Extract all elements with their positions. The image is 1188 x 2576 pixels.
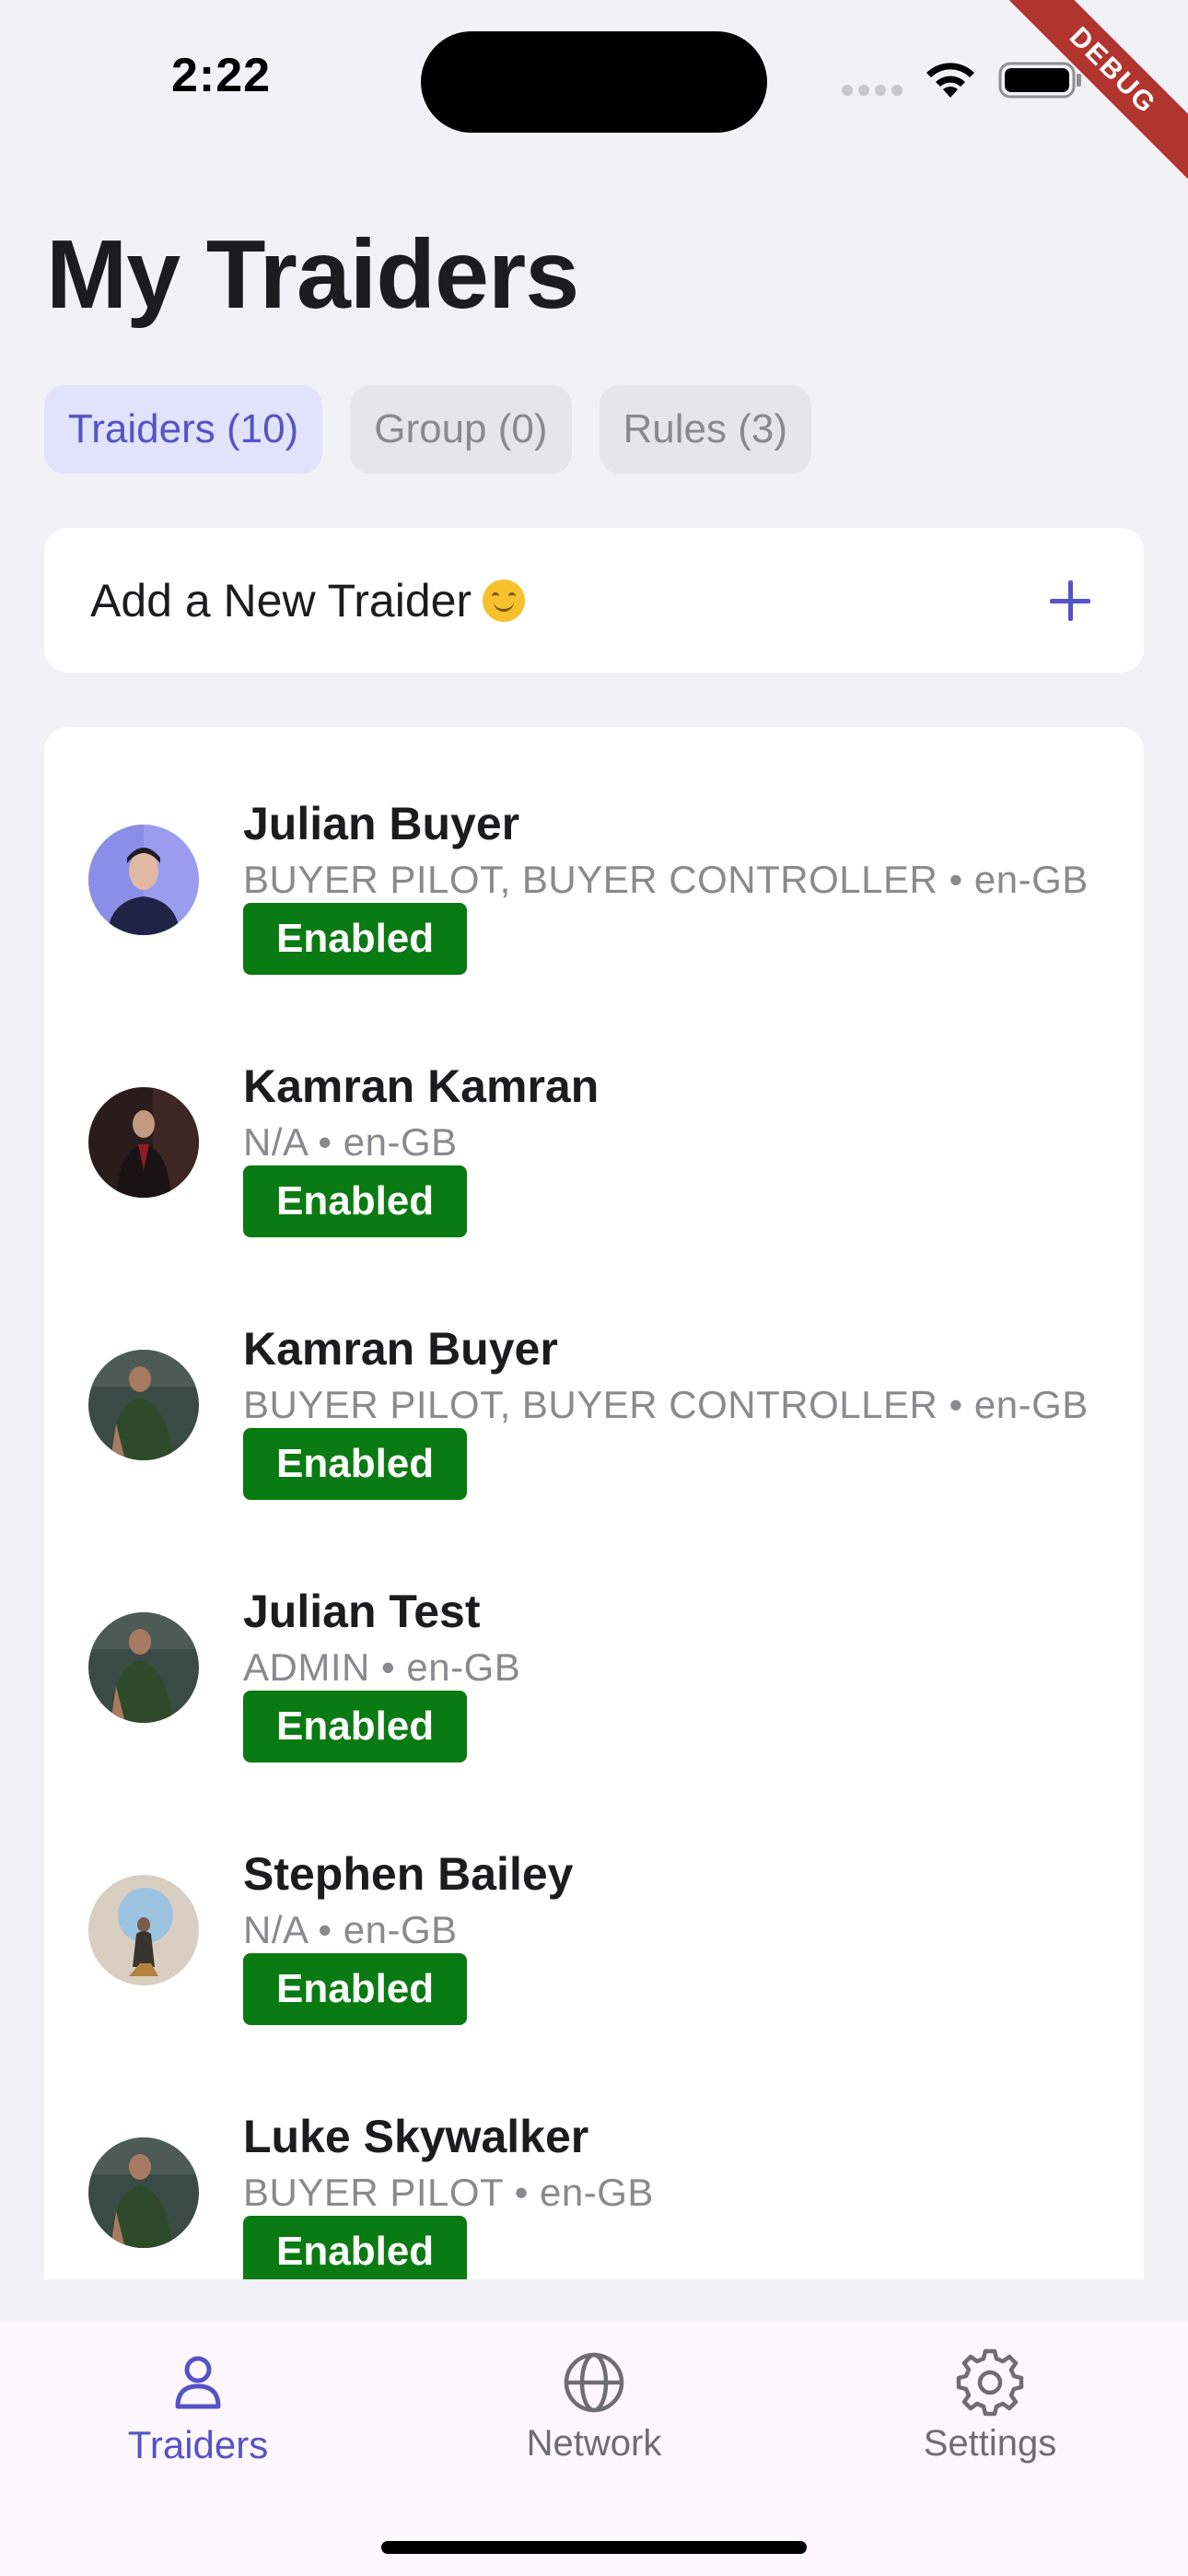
traider-roles: BUYER PILOT, BUYER CONTROLLER • en-GB [243,858,1089,901]
traider-list: Julian Buyer BUYER PILOT, BUYER CONTROLL… [44,727,1144,2279]
traider-roles: ADMIN • en-GB [243,1645,521,1689]
home-indicator [381,2541,807,2554]
status-badge: Enabled [243,903,468,975]
status-badge: Enabled [243,1953,468,2025]
status-badge: Enabled [243,1428,468,1500]
gear-icon [956,2348,1024,2417]
avatar [88,1612,199,1723]
list-item[interactable]: Stephen Bailey N/A • en-GB Enabled [44,1777,1144,2040]
traider-roles: BUYER PILOT, BUYER CONTROLLER • en-GB [243,1383,1089,1426]
dynamic-island [421,31,767,133]
tab-rules[interactable]: Rules (3) [599,385,812,474]
traider-name: Kamran Buyer [243,1323,558,1375]
debug-banner: DEBUG [985,0,1188,203]
add-traider-label: Add a New Traider [90,574,472,626]
wifi-icon [926,63,974,98]
avatar [88,2137,199,2248]
smiley-emoji-icon [483,579,526,622]
cellular-signal-icon [842,85,904,98]
nav-traiders[interactable]: Traiders [0,2322,396,2506]
avatar [88,825,199,935]
list-item[interactable]: Julian Test ADMIN • en-GB Enabled [44,1515,1144,1777]
list-item[interactable]: Julian Buyer BUYER PILOT, BUYER CONTROLL… [44,727,1144,989]
bottom-navigation: Traiders Network Settings [0,2322,1188,2576]
nav-network[interactable]: Network [396,2322,792,2506]
avatar [88,1350,199,1460]
nav-network-label: Network [526,2423,662,2464]
traider-name: Luke Skywalker [243,2111,589,2162]
traider-name: Julian Buyer [243,798,520,849]
traider-roles: N/A • en-GB [243,1120,458,1164]
status-time: 2:22 [171,49,272,102]
page-title: My Traiders [46,220,579,329]
traider-name: Julian Test [243,1586,481,1637]
segment-tabs: Traiders (10) Group (0) Rules (3) [44,385,812,474]
person-icon [175,2356,221,2409]
traider-name: Stephen Bailey [243,1848,574,1900]
debug-label: DEBUG [992,0,1188,192]
nav-traiders-label: Traiders [127,2423,269,2466]
traider-roles: BUYER PILOT • en-GB [243,2171,654,2214]
status-badge: Enabled [243,1165,468,1237]
add-traider-card[interactable]: Add a New Traider [44,528,1144,673]
traider-roles: N/A • en-GB [243,1908,458,1951]
list-item[interactable]: Kamran Kamran N/A • en-GB Enabled [44,989,1144,1252]
app-screen: 2:22 DEBUG My Traiders Traiders (10) Gro… [0,0,1188,2576]
list-item[interactable]: Luke Skywalker BUYER PILOT • en-GB Enabl… [44,2040,1144,2279]
nav-settings-label: Settings [923,2423,1057,2464]
tab-group[interactable]: Group (0) [350,385,572,474]
list-item[interactable]: Kamran Buyer BUYER PILOT, BUYER CONTROLL… [44,1252,1144,1515]
avatar [88,1875,199,1985]
globe-icon [564,2352,624,2413]
status-badge: Enabled [243,2216,468,2279]
nav-settings[interactable]: Settings [792,2322,1188,2506]
tab-traiders[interactable]: Traiders (10) [44,385,323,474]
avatar [88,1087,199,1198]
plus-icon[interactable] [1048,579,1092,623]
status-badge: Enabled [243,1691,468,1762]
traider-name: Kamran Kamran [243,1060,600,1112]
